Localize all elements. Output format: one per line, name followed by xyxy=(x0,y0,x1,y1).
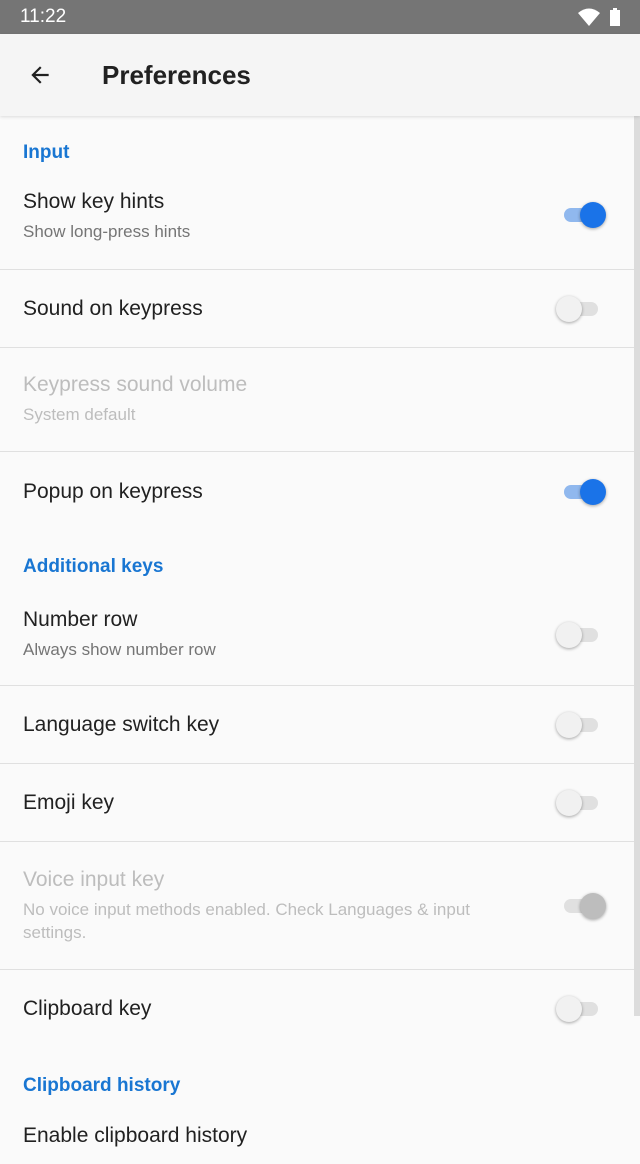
pref-text: Show key hints Show long-press hints xyxy=(23,190,190,243)
status-time: 11:22 xyxy=(20,6,67,27)
status-bar: 11:22 xyxy=(0,0,640,34)
battery-icon xyxy=(610,8,620,26)
arrow-back-icon xyxy=(31,66,49,84)
pref-text: Voice input key No voice input methods e… xyxy=(23,868,503,944)
pref-title: Emoji key xyxy=(23,790,115,814)
pref-keypress-sound-volume: Keypress sound volume System default xyxy=(0,348,640,452)
pref-emoji-key[interactable]: Emoji key xyxy=(0,764,640,842)
pref-language-switch-key[interactable]: Language switch key xyxy=(0,686,640,764)
switch-thumb xyxy=(556,789,582,816)
pref-title: Enable clipboard history xyxy=(23,1124,248,1147)
sound-on-keypress-toggle[interactable] xyxy=(556,295,600,322)
pref-summary: Always show number row xyxy=(23,640,216,659)
page-title: Preferences xyxy=(102,59,251,90)
pref-number-row[interactable]: Number row Always show number row xyxy=(0,602,640,686)
pref-summary: No voice input methods enabled. Check La… xyxy=(23,899,471,942)
switch-thumb xyxy=(556,996,582,1022)
preferences-list: Input Show key hints Show long-press hin… xyxy=(0,116,640,1164)
switch-thumb xyxy=(580,892,606,919)
section-header-input: Input xyxy=(23,142,70,163)
switch-thumb xyxy=(556,622,582,648)
app-bar: Preferences xyxy=(0,34,640,116)
pref-show-key-hints[interactable]: Show key hints Show long-press hints xyxy=(0,186,640,270)
switch-thumb xyxy=(556,711,582,738)
pref-title: Language switch key xyxy=(23,712,220,736)
pref-text: Number row Always show number row xyxy=(23,608,216,661)
back-button[interactable] xyxy=(0,34,80,116)
pref-voice-input-key: Voice input key No voice input methods e… xyxy=(0,842,640,970)
pref-title: Clipboard key xyxy=(23,997,152,1020)
popup-on-keypress-toggle[interactable] xyxy=(562,479,606,505)
switch-thumb xyxy=(556,295,582,322)
switch-thumb xyxy=(580,479,606,505)
pref-summary: System default xyxy=(23,405,136,424)
switch-thumb xyxy=(580,202,606,228)
pref-sound-on-keypress[interactable]: Sound on keypress xyxy=(0,270,640,348)
clipboard-key-toggle[interactable] xyxy=(556,996,600,1022)
status-icons xyxy=(578,8,620,26)
show-key-hints-toggle[interactable] xyxy=(562,202,606,228)
pref-title: Keypress sound volume xyxy=(23,373,248,396)
scrollbar[interactable] xyxy=(634,116,640,1016)
section-header-clipboard-history: Clipboard history xyxy=(23,1075,181,1096)
wifi-icon xyxy=(578,8,600,26)
pref-summary: Show long-press hints xyxy=(23,222,191,241)
number-row-toggle[interactable] xyxy=(556,622,600,648)
pref-clipboard-key[interactable]: Clipboard key xyxy=(0,970,640,1048)
pref-title: Voice input key xyxy=(23,867,165,891)
pref-text: Keypress sound volume System default xyxy=(23,373,247,426)
pref-title: Popup on keypress xyxy=(23,480,203,503)
pref-popup-on-keypress[interactable]: Popup on keypress xyxy=(0,452,640,532)
section-header-additional-keys: Additional keys xyxy=(23,556,164,577)
language-switch-key-toggle[interactable] xyxy=(556,711,600,738)
pref-title: Sound on keypress xyxy=(23,296,203,320)
pref-title: Show key hints xyxy=(23,190,165,213)
pref-title: Number row xyxy=(23,608,138,631)
pref-enable-clipboard-history[interactable]: Enable clipboard history xyxy=(0,1124,640,1164)
voice-input-key-toggle xyxy=(562,892,606,919)
emoji-key-toggle[interactable] xyxy=(556,789,600,816)
